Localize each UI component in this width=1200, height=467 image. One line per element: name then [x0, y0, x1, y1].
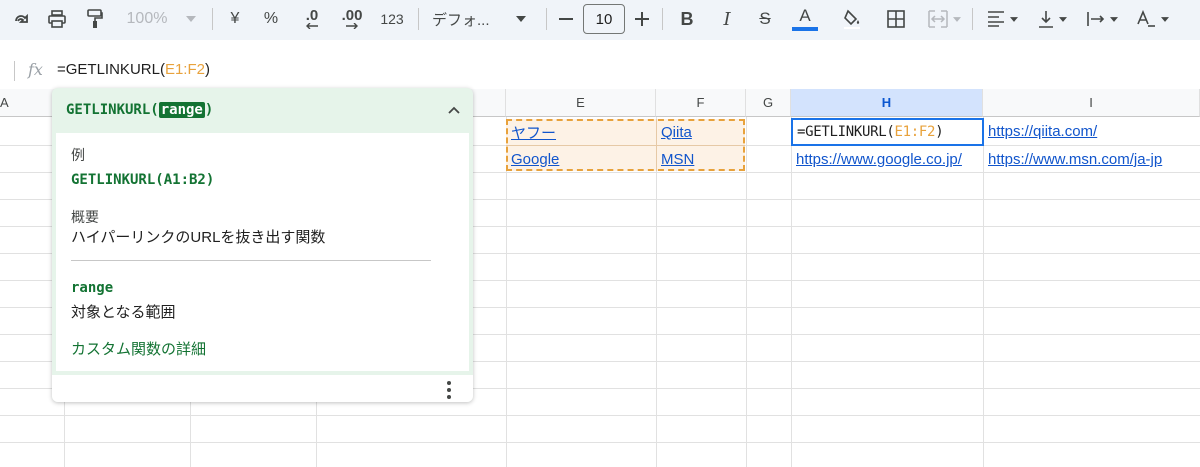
- formula-prefix: =GETLINKURL(: [57, 61, 165, 78]
- chevron-down-icon[interactable]: [180, 4, 202, 34]
- decrease-font-size-button[interactable]: [554, 4, 578, 34]
- cell-f2[interactable]: MSN: [656, 146, 746, 173]
- cell-h2[interactable]: https://www.google.co.jp/: [791, 146, 983, 173]
- cell-h1-suffix: ): [935, 124, 944, 140]
- column-header-label: G: [762, 95, 774, 110]
- cell-f1[interactable]: Qiita: [656, 119, 746, 146]
- popup-body: 例 GETLINKURL(A1:B2) 概要 ハイパーリンクのURLを抜き出す関…: [56, 133, 469, 371]
- increase-decimal-label: .00: [341, 7, 363, 24]
- popup-title-end: ): [204, 102, 214, 118]
- popup-divider: [71, 260, 431, 261]
- column-header-label: E: [576, 95, 585, 110]
- formula-range-ref: E1:F2: [164, 61, 205, 78]
- example-label: 例: [71, 147, 85, 163]
- cell-h1-prefix: =GETLINKURL(: [797, 124, 895, 140]
- redo-icon[interactable]: [6, 4, 36, 34]
- cell-h1-active[interactable]: =GETLINKURL(E1:F2): [791, 118, 984, 146]
- align-icon[interactable]: [980, 4, 1024, 34]
- italic-icon[interactable]: I: [714, 4, 740, 34]
- column-line: [746, 117, 747, 467]
- plus-icon: [635, 12, 649, 26]
- row-line: [0, 415, 1200, 416]
- param-description: 対象となる範囲: [71, 304, 176, 321]
- toolbar: 100% ¥ % .0 .00 123 デフォ... 10 B I S A: [0, 0, 1200, 40]
- font-select[interactable]: デフォ...: [432, 4, 532, 34]
- cell-h1-range-ref: E1:F2: [894, 124, 936, 140]
- fx-icon: fx: [28, 60, 43, 79]
- formula-suffix: ): [204, 61, 210, 78]
- toolbar-divider: [546, 8, 547, 30]
- strikethrough-icon[interactable]: S: [752, 4, 778, 34]
- font-size-value: 10: [595, 10, 613, 28]
- fill-color-icon[interactable]: [838, 4, 866, 34]
- cell-e2[interactable]: Google: [506, 146, 656, 173]
- formula-input[interactable]: =GETLINKURL(E1:F2): [57, 61, 210, 78]
- toolbar-divider: [212, 8, 213, 30]
- summary-label: 概要: [71, 209, 99, 225]
- text-rotate-icon[interactable]: [1130, 4, 1174, 34]
- formula-bar: fx =GETLINKURL(E1:F2): [0, 40, 1200, 88]
- percent-label: %: [263, 10, 279, 27]
- column-header-label: H: [881, 95, 892, 110]
- cell-i1[interactable]: https://qiita.com/: [983, 118, 1200, 145]
- column-header-h[interactable]: H: [791, 89, 983, 117]
- summary-text: ハイパーリンクのURLを抜き出す関数: [71, 229, 326, 246]
- borders-icon[interactable]: [882, 4, 910, 34]
- percent-button[interactable]: %: [258, 4, 284, 34]
- toolbar-divider: [662, 8, 663, 30]
- text-wrap-icon[interactable]: [1080, 4, 1124, 34]
- popup-function-name: GETLINKURL(: [66, 102, 159, 118]
- param-name: range: [71, 280, 114, 296]
- toolbar-divider: [418, 8, 419, 30]
- column-header-label: I: [1089, 95, 1093, 110]
- toolbar-divider: [972, 8, 973, 30]
- column-header-g[interactable]: G: [746, 89, 791, 117]
- more-info-link[interactable]: カスタム関数の詳細: [71, 338, 206, 359]
- zoom-select[interactable]: 100%: [116, 4, 178, 34]
- increase-font-size-button[interactable]: [630, 4, 654, 34]
- popup-title: GETLINKURL(range): [66, 102, 213, 118]
- currency-button[interactable]: ¥: [222, 4, 248, 34]
- formula-bar-divider: [14, 61, 15, 81]
- cell-i2[interactable]: https://www.msn.com/ja-jp: [983, 146, 1200, 173]
- currency-label: ¥: [230, 10, 240, 27]
- row-line: [0, 442, 1200, 443]
- decrease-decimal-button[interactable]: .0: [296, 4, 328, 34]
- increase-decimal-button[interactable]: .00: [336, 4, 368, 34]
- column-header-f[interactable]: F: [656, 89, 746, 117]
- chevron-down-icon: [516, 16, 526, 22]
- font-value: デフォ...: [432, 11, 490, 29]
- column-header-label: F: [696, 95, 705, 110]
- valign-icon[interactable]: [1030, 4, 1074, 34]
- arrow-right-icon: [346, 23, 358, 29]
- bold-icon[interactable]: B: [674, 4, 700, 34]
- number-format-label: 123: [380, 11, 404, 27]
- print-icon[interactable]: [42, 4, 72, 34]
- number-format-button[interactable]: 123: [376, 4, 408, 34]
- font-size-input[interactable]: 10: [583, 4, 625, 34]
- popup-header[interactable]: GETLINKURL(range): [52, 88, 473, 133]
- merge-icon[interactable]: [922, 4, 966, 34]
- popup-footer: [52, 371, 473, 402]
- chevron-up-icon[interactable]: [444, 100, 464, 120]
- example-code: GETLINKURL(A1:B2): [71, 172, 215, 188]
- column-header-label: A: [0, 95, 9, 110]
- column-header-i[interactable]: I: [983, 89, 1200, 117]
- zoom-value: 100%: [126, 10, 168, 27]
- text-color-icon[interactable]: A: [790, 4, 820, 34]
- paint-format-icon[interactable]: [80, 4, 110, 34]
- column-header-e[interactable]: E: [506, 89, 656, 117]
- minus-icon: [559, 18, 573, 20]
- more-vert-icon[interactable]: [444, 379, 454, 401]
- decrease-decimal-label: .0: [305, 7, 319, 24]
- function-help-popup: GETLINKURL(range) 例 GETLINKURL(A1:B2) 概要…: [52, 88, 473, 402]
- arrow-left-icon: [306, 23, 318, 29]
- cell-e1[interactable]: ヤフー: [506, 119, 656, 146]
- popup-active-arg: range: [158, 102, 205, 118]
